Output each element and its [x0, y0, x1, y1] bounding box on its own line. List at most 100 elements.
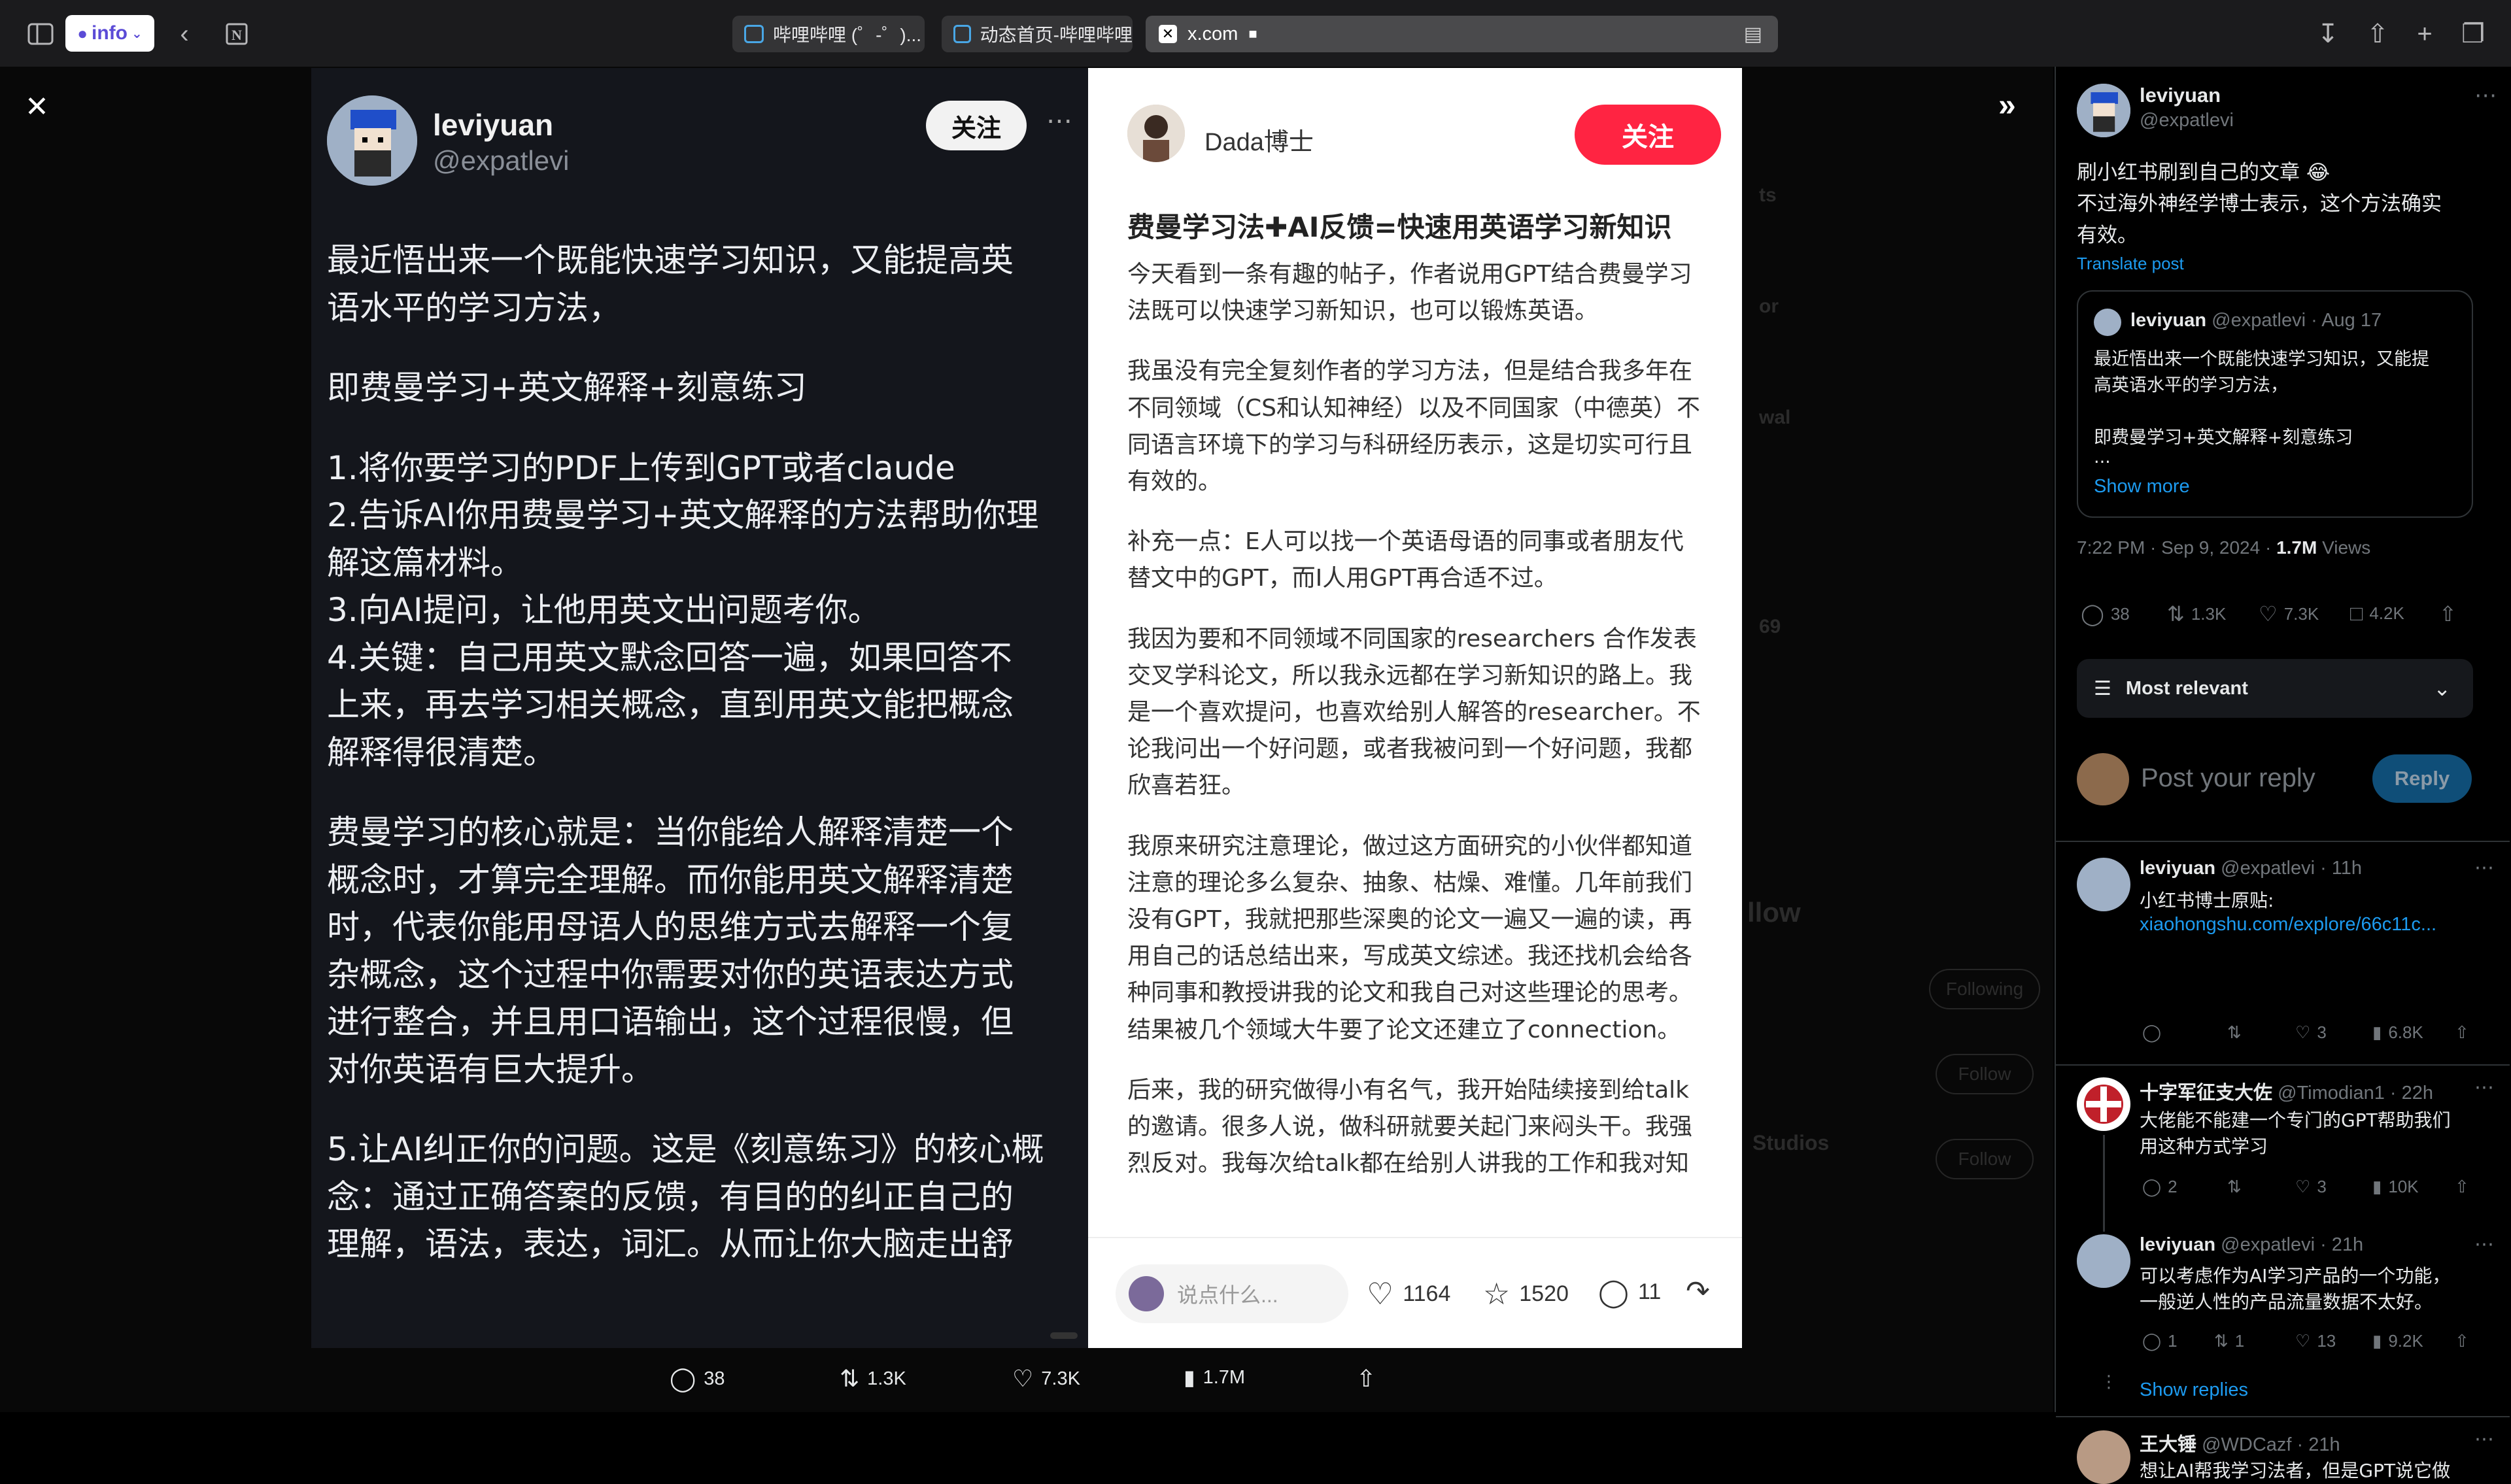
text-line: 进行整合，并且用口语输出，这个过程很慢，但: [327, 1003, 1014, 1041]
avatar[interactable]: [2077, 1234, 2130, 1288]
close-viewer-icon[interactable]: ✕: [25, 90, 49, 124]
ghost-text: wal: [1759, 407, 1791, 428]
bookmark-icon: □: [2350, 601, 2363, 625]
like-count: 3: [2317, 1177, 2327, 1196]
sort-dropdown[interactable]: ☰ Most relevant ⌄: [2077, 659, 2473, 718]
views-action[interactable]: ▮ 9.2K: [2372, 1331, 2423, 1351]
share-action[interactable]: ⇧: [2455, 1331, 2469, 1351]
avatar[interactable]: [2077, 1430, 2130, 1484]
reply-author[interactable]: leviyuan: [2140, 858, 2215, 879]
address-bar[interactable]: ✕ x.com ■ ▤: [1146, 16, 1778, 52]
comment-bar: 说点什么... ♡ 1164 ☆ 1520 ◯ 11 ↷: [1088, 1237, 1742, 1348]
left-image[interactable]: leviyuan @expatlevi 关注 ⋯ 最近悟出来一个既能快速学习知识…: [311, 68, 1088, 1348]
more-icon[interactable]: ⋯: [2474, 1233, 2494, 1256]
reply-count-button[interactable]: ◯ 38: [670, 1365, 725, 1392]
expand-sidebar-icon[interactable]: »: [1998, 88, 2016, 124]
like-action[interactable]: ♡ 3: [2295, 1177, 2327, 1197]
comment-button[interactable]: ◯ 11: [1598, 1276, 1661, 1308]
avatar[interactable]: [2077, 1077, 2130, 1131]
reply-author[interactable]: 十字军征支大佐: [2140, 1081, 2272, 1104]
reader-icon[interactable]: ▤: [1744, 23, 1762, 46]
repost-action[interactable]: ⇅ 1: [2214, 1331, 2244, 1351]
follow-button[interactable]: 关注: [1575, 105, 1721, 165]
translate-link[interactable]: Translate post: [2077, 254, 2184, 274]
reply-link[interactable]: xiaohongshu.com/explore/66c11c...: [2140, 914, 2436, 936]
text-line: 概念时，才算完全理解。而你能用英文解释清楚: [327, 860, 1014, 899]
reply-author[interactable]: 王大锤: [2140, 1433, 2196, 1455]
reply-icon: ◯: [2142, 1022, 2162, 1042]
repost-count-button[interactable]: ⇅ 1.3K: [840, 1365, 906, 1392]
text-line: 对你英语有巨大提升。: [327, 1050, 654, 1088]
reply-count: 1: [2168, 1331, 2178, 1351]
text-line: 烈反对。我每次给talk都在给别人讲我的工作和我对知: [1127, 1150, 1690, 1177]
reply-action[interactable]: ◯ 1: [2142, 1331, 2178, 1351]
tab-bilibili-2[interactable]: 动态首页-哔哩哔哩: [942, 16, 1133, 52]
tab-overview-icon[interactable]: ❐: [2456, 17, 2490, 51]
share-action[interactable]: ⇧: [2439, 601, 2457, 626]
reply-handle[interactable]: @Timodian1 · 22h: [2278, 1083, 2433, 1104]
repost-action[interactable]: ⇅: [2227, 1022, 2242, 1043]
like-action[interactable]: ♡ 3: [2295, 1022, 2327, 1043]
reply-handle[interactable]: @WDCazf · 21h: [2202, 1434, 2340, 1455]
more-icon[interactable]: ⋯: [2474, 856, 2494, 879]
text-line: [1127, 329, 1735, 353]
reply-action[interactable]: ◯ 38: [2081, 601, 2130, 626]
share-action[interactable]: ⇧: [2455, 1177, 2469, 1197]
bilibili-icon: [744, 25, 764, 43]
text-line: 上来，再去学习相关概念，直到用英文能把概念: [327, 686, 1014, 724]
show-more-link[interactable]: Show more: [2094, 476, 2190, 497]
show-replies-link[interactable]: Show replies: [2140, 1379, 2248, 1401]
views-button[interactable]: ▮ 1.7M: [1184, 1365, 1245, 1390]
views-action[interactable]: ▮ 10K: [2372, 1177, 2419, 1197]
notion-icon[interactable]: N: [220, 17, 254, 51]
author-handle[interactable]: @expatlevi: [2140, 110, 2234, 131]
text-line: 语水平的学习方法，: [327, 288, 621, 327]
avatar: [327, 95, 417, 186]
reply-action[interactable]: ◯: [2142, 1022, 2161, 1043]
reply-action[interactable]: ◯ 2: [2142, 1177, 2178, 1197]
quote-line: 即费曼学习+英文解释+刻意练习: [2094, 428, 2353, 448]
like-action[interactable]: ♡ 13: [2295, 1331, 2336, 1351]
favorite-button[interactable]: ☆ 1520: [1483, 1276, 1569, 1311]
author-name[interactable]: leviyuan: [2140, 84, 2221, 107]
quoted-post[interactable]: leviyuan @expatlevi · Aug 17 最近悟出来一个既能快速…: [2077, 290, 2473, 518]
bookmark-action[interactable]: □ 4.2K: [2350, 601, 2404, 626]
tab-bilibili-1[interactable]: 哔哩哔哩 (゜-゜)...: [732, 16, 925, 52]
new-tab-icon[interactable]: +: [2408, 17, 2442, 51]
share-icon[interactable]: ⇧: [2361, 17, 2395, 51]
more-icon[interactable]: ⋯: [2474, 1076, 2494, 1099]
reply-button[interactable]: Reply: [2372, 754, 2472, 803]
share-icon[interactable]: ↷: [1686, 1275, 1710, 1308]
avatar[interactable]: [2077, 858, 2130, 911]
reply-handle[interactable]: @expatlevi · 21h: [2221, 1234, 2363, 1255]
back-icon[interactable]: ‹: [167, 17, 201, 51]
repost-action[interactable]: ⇅: [2227, 1177, 2242, 1197]
more-icon[interactable]: ⋯: [1046, 106, 1072, 136]
address-text: x.com: [1187, 23, 1238, 44]
right-image[interactable]: Dada博士 关注 费曼学习法✚AI反馈=快速用英语学习新知识 今天看到一条有趣…: [1088, 68, 1742, 1348]
more-icon[interactable]: ⋯: [2474, 82, 2497, 109]
share-icon: ⇧: [2455, 1177, 2469, 1196]
like-button[interactable]: ♡ 1164: [1367, 1276, 1450, 1311]
reply-author[interactable]: leviyuan: [2140, 1234, 2215, 1255]
comment-input[interactable]: 说点什么...: [1116, 1264, 1348, 1323]
reply-header: leviyuan @expatlevi · 21h: [2140, 1234, 2363, 1256]
post-text: 刷小红书刷到自己的文章 😂 不过海外神经学博士表示，这个方法确实 有效。: [2077, 157, 2495, 251]
repost-action[interactable]: ⇅ 1.3K: [2167, 601, 2226, 626]
avatar: [2094, 309, 2121, 336]
profile-switcher[interactable]: ● info ⌄: [65, 15, 154, 52]
post-timestamp[interactable]: 7:22 PM · Sep 9, 2024 ·: [2077, 537, 2276, 558]
download-icon[interactable]: ↧: [2311, 17, 2345, 51]
like-count-button[interactable]: ♡ 7.3K: [1012, 1365, 1080, 1392]
reply-handle[interactable]: @expatlevi · 11h: [2221, 858, 2362, 879]
more-icon[interactable]: ⋯: [2474, 1428, 2494, 1451]
reply-input[interactable]: Post your reply: [2141, 764, 2315, 793]
avatar[interactable]: [2077, 84, 2130, 137]
follow-button[interactable]: 关注: [926, 101, 1027, 150]
share-action[interactable]: ⇧: [2455, 1022, 2469, 1043]
share-button[interactable]: ⇧: [1356, 1365, 1376, 1392]
views-action[interactable]: ▮ 6.8K: [2372, 1022, 2423, 1043]
sidebar-toggle-icon[interactable]: [24, 17, 58, 51]
text-line: 费曼学习的核心就是：当你能给人解释清楚一个: [327, 813, 1014, 851]
like-action[interactable]: ♡ 7.3K: [2259, 601, 2319, 626]
